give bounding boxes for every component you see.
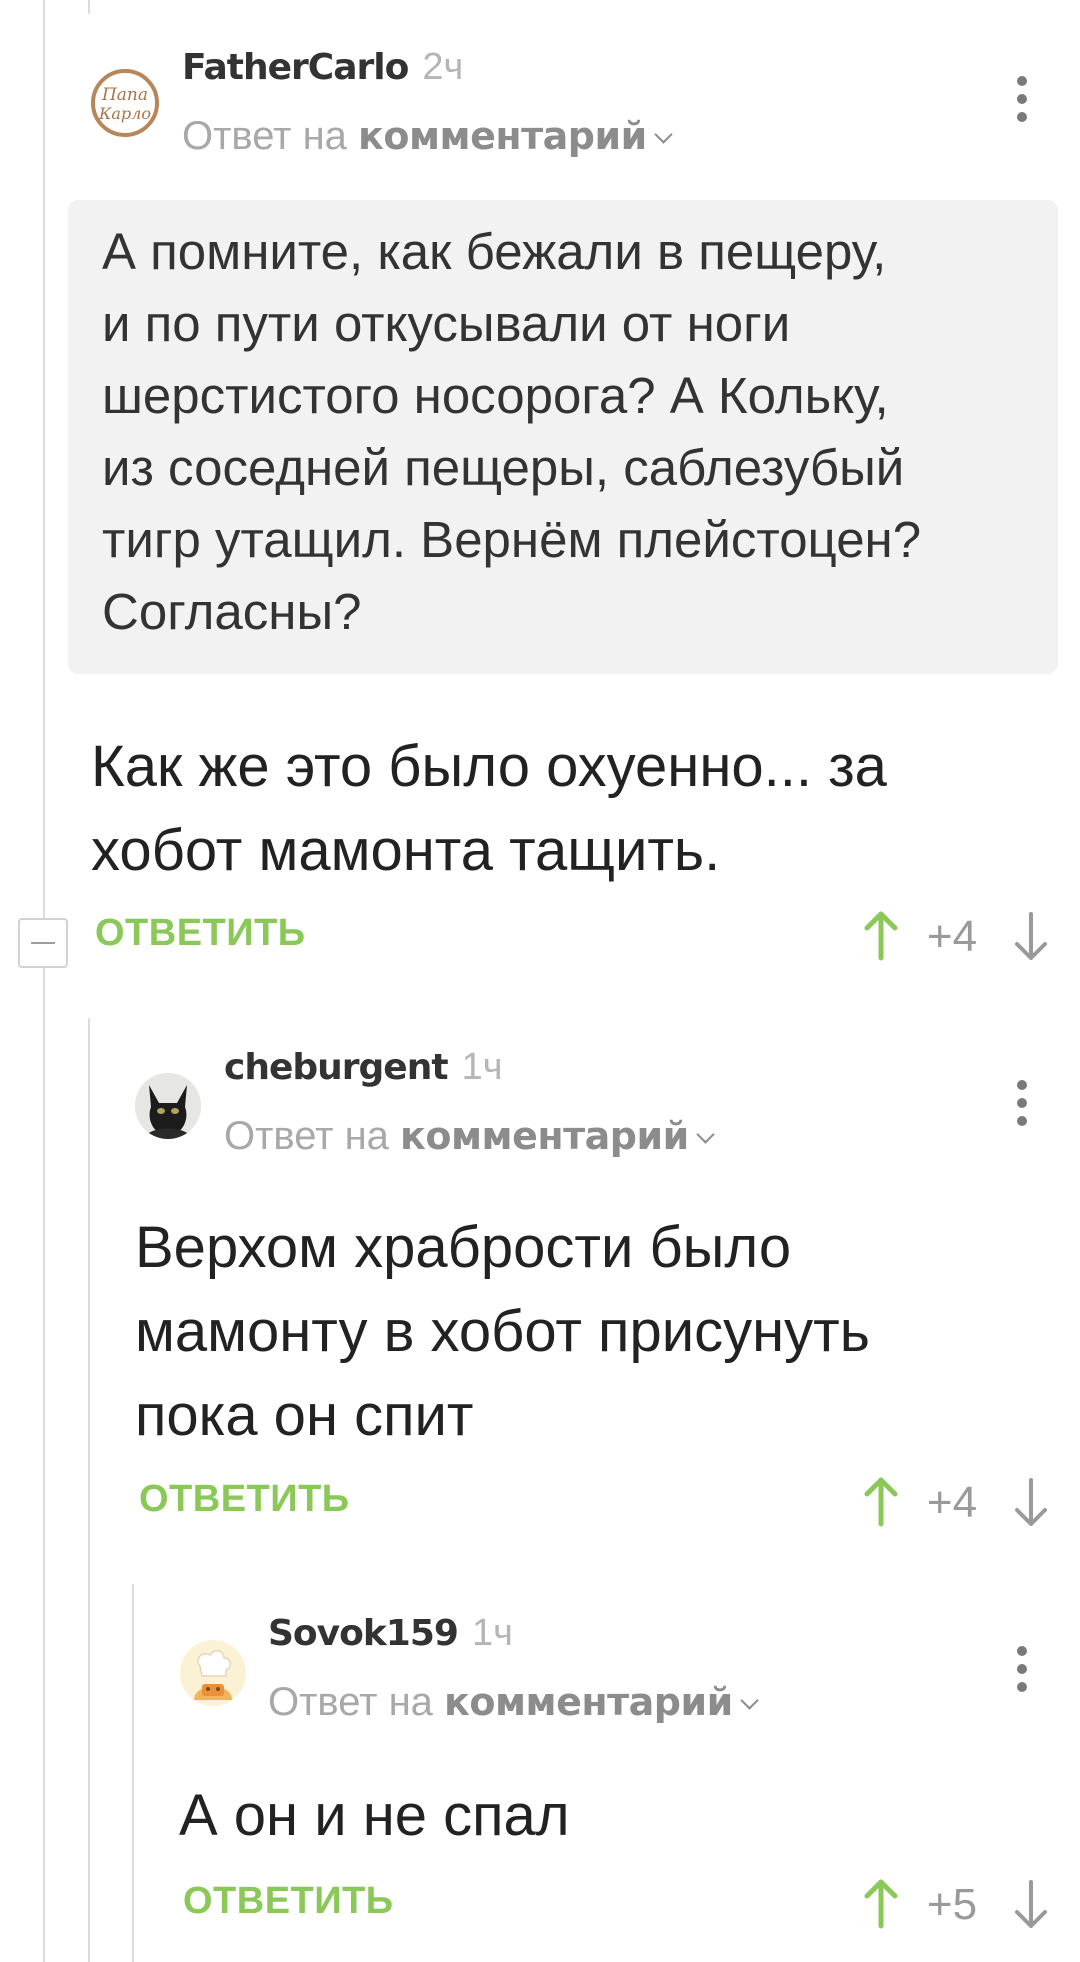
reply-to-target: комментарий (358, 114, 647, 158)
comment-cheburgent: cheburgent 1ч Ответ на комментарий Верхом… (0, 1000, 1080, 1560)
papa-karlo-stamp-icon: Папа Карло (91, 69, 159, 137)
vote-controls: +4 (861, 906, 1051, 966)
reply-to-prefix: Ответ на (182, 114, 347, 158)
black-cat-photo-icon (135, 1073, 201, 1139)
reply-to-link[interactable]: Ответ на комментарий (182, 114, 673, 159)
avatar[interactable]: Папа Карло (90, 68, 160, 138)
svg-text:Карло: Карло (98, 104, 151, 123)
more-vertical-icon[interactable] (1012, 74, 1032, 124)
arrow-up-icon[interactable] (861, 906, 901, 966)
avatar[interactable] (135, 1073, 201, 1139)
author-name[interactable]: Sovok159 (268, 1613, 459, 1654)
score: +5 (926, 1880, 978, 1929)
quote-text: А помните, как бежали в пещеру, и по пут… (102, 223, 922, 640)
comment-text: Верхом храбрости было мамонту в хобот пр… (135, 1215, 870, 1448)
author-line: FatherCarlo 2ч (182, 46, 463, 89)
reply-to-target: комментарий (400, 1114, 689, 1158)
score: +4 (926, 1478, 978, 1527)
quoted-comment: А помните, как бежали в пещеру, и по пут… (68, 200, 1058, 674)
arrow-up-icon[interactable] (861, 1874, 901, 1934)
reply-to-link[interactable]: Ответ на комментарий (268, 1680, 759, 1725)
author-name[interactable]: cheburgent (224, 1047, 449, 1088)
reply-button[interactable]: ОТВЕТИТЬ (139, 1478, 350, 1521)
reply-to-link[interactable]: Ответ на комментарий (224, 1114, 715, 1159)
reply-to-prefix: Ответ на (268, 1680, 433, 1724)
comment-sovok159: Sovok159 1ч Ответ на комментарий А он и н… (0, 1566, 1080, 1962)
more-vertical-icon[interactable] (1012, 1644, 1032, 1694)
chevron-down-icon (654, 125, 673, 144)
reply-to-prefix: Ответ на (224, 1114, 389, 1158)
reply-button[interactable]: ОТВЕТИТЬ (183, 1880, 394, 1923)
comment-fathercarlo: Папа Карло FatherCarlo 2ч Ответ на коммен… (0, 0, 1080, 990)
arrow-down-icon[interactable] (1011, 1874, 1051, 1934)
vote-controls: +5 (861, 1874, 1051, 1934)
comment-time: 1ч (471, 1612, 513, 1654)
more-vertical-icon[interactable] (1012, 1078, 1032, 1128)
arrow-up-icon[interactable] (861, 1472, 901, 1532)
comment-time: 2ч (422, 46, 464, 88)
author-line: Sovok159 1ч (268, 1612, 513, 1655)
vote-controls: +4 (861, 1472, 1051, 1532)
avatar[interactable] (180, 1640, 246, 1706)
score: +4 (926, 912, 978, 961)
arrow-down-icon[interactable] (1011, 906, 1051, 966)
reply-button[interactable]: ОТВЕТИТЬ (95, 912, 306, 955)
chevron-down-icon (740, 1691, 759, 1710)
comment-time: 1ч (461, 1046, 503, 1088)
author-line: cheburgent 1ч (224, 1046, 503, 1089)
reply-to-target: комментарий (444, 1680, 733, 1724)
chef-cartoon-icon (180, 1640, 246, 1706)
svg-text:Папа: Папа (101, 85, 148, 105)
chevron-down-icon (696, 1125, 715, 1144)
arrow-down-icon[interactable] (1011, 1472, 1051, 1532)
comment-text: А он и не спал (179, 1783, 570, 1848)
comment-text: Как же это было охуенно... за хобот мамо… (91, 734, 887, 883)
author-name[interactable]: FatherCarlo (182, 47, 409, 88)
